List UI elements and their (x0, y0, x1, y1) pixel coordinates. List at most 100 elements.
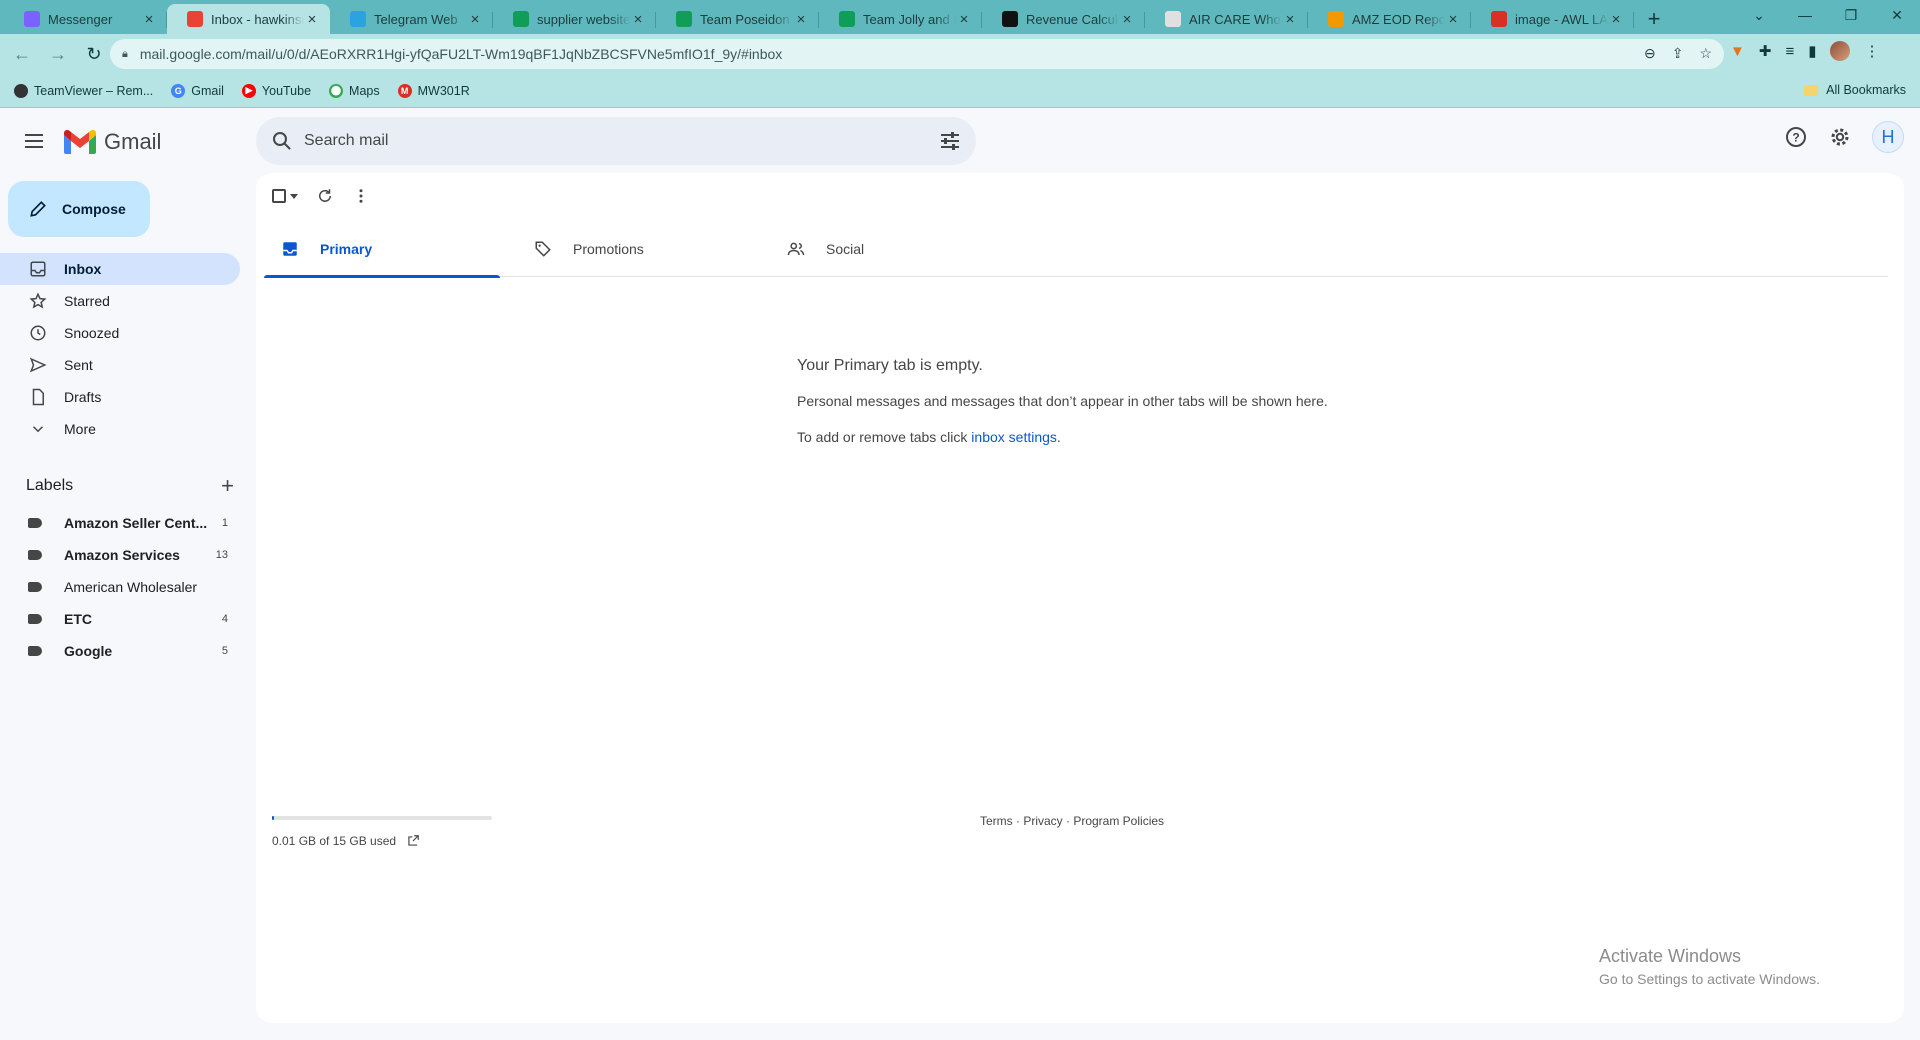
bookmark-favicon-icon: ▶ (241, 83, 256, 98)
more-options-icon[interactable] (352, 187, 370, 205)
nav-item-drafts[interactable]: Drafts (0, 381, 240, 413)
close-tab-icon[interactable]: × (1119, 11, 1135, 28)
nav-item-sent[interactable]: Sent (0, 349, 240, 381)
close-window-button[interactable]: ✕ (1874, 0, 1920, 30)
open-in-new-icon[interactable] (406, 834, 420, 848)
reload-button[interactable]: ↻ (80, 40, 108, 68)
close-tab-icon[interactable]: × (467, 11, 483, 28)
main-menu-icon[interactable] (22, 129, 46, 153)
extensions-puzzle-icon[interactable]: ✚ (1759, 42, 1772, 60)
search-input[interactable] (304, 132, 904, 150)
label-item[interactable]: Amazon Services 13 (0, 539, 240, 571)
label-item[interactable]: American Wholesaler (0, 571, 240, 603)
browser-tab[interactable]: Team Jolly and M × (819, 4, 982, 34)
account-avatar[interactable]: H (1872, 121, 1904, 153)
share-icon[interactable]: ⇪ (1672, 45, 1684, 62)
chrome-menu-icon[interactable]: ⋮ (1864, 42, 1879, 60)
create-label-icon[interactable]: + (221, 473, 234, 499)
browser-tab[interactable]: AMZ EOD Report × (1308, 4, 1471, 34)
tab-promotions[interactable]: Promotions (517, 221, 753, 277)
compose-button[interactable]: Compose (8, 181, 150, 237)
vivaldi-icon (1491, 11, 1507, 27)
search-icon[interactable] (270, 129, 294, 153)
nav-item-starred[interactable]: Starred (0, 285, 240, 317)
help-icon[interactable]: ? (1784, 125, 1808, 149)
svg-text:?: ? (1792, 131, 1799, 145)
metamask-icon[interactable]: ▼ (1730, 43, 1745, 60)
select-dropdown-icon[interactable] (290, 193, 298, 199)
address-bar[interactable]: 🔒︎ mail.google.com/mail/u/0/d/AEoRXRR1Hg… (110, 39, 1724, 69)
bookmark-favicon-icon (14, 83, 28, 98)
browser-tab[interactable]: Messenger × (4, 4, 167, 34)
minimize-button[interactable]: — (1782, 0, 1828, 30)
browser-tab[interactable]: Team Poseidon PF× (656, 4, 819, 34)
bookmark-favicon-icon: G (171, 83, 186, 98)
select-checkbox[interactable] (272, 189, 298, 203)
header-actions: ? H (1784, 121, 1904, 153)
nav-item-snoozed[interactable]: Snoozed (0, 317, 240, 349)
forward-button[interactable]: → (44, 40, 72, 68)
nav-item-inbox[interactable]: Inbox (0, 253, 240, 285)
close-tab-icon[interactable]: × (1282, 11, 1298, 28)
tab-social[interactable]: Social (770, 221, 1006, 277)
sheets-icon (839, 11, 855, 27)
install-icon[interactable]: ⊖ (1644, 45, 1656, 62)
new-tab-button[interactable]: + (1640, 4, 1668, 34)
nav-item-label: Sent (64, 357, 93, 373)
label-item[interactable]: Amazon Seller Cent... 1 (0, 507, 240, 539)
mail-panel: Primary Promotions Social Your Primary tab… (256, 173, 1904, 1023)
browser-tab[interactable]: AIR CARE Wholes× (1145, 4, 1308, 34)
refresh-icon[interactable] (316, 187, 334, 205)
storage-text: 0.01 GB of 15 GB used (272, 834, 397, 848)
browser-tab[interactable]: supplier website × (493, 4, 656, 34)
url-text: mail.google.com/mail/u/0/d/AEoRXRR1Hgi-y… (139, 46, 783, 62)
bookmark-item[interactable]: G Gmail (171, 83, 224, 98)
search-options-icon[interactable] (938, 129, 962, 153)
media-queue-icon[interactable]: ≡ (1785, 43, 1794, 60)
label-unread-count: 4 (221, 613, 228, 625)
settings-gear-icon[interactable] (1828, 125, 1852, 149)
label-item[interactable]: ETC 4 (0, 603, 240, 635)
browser-tab[interactable]: image - AWL LABE× (1471, 4, 1634, 34)
label-item[interactable]: Google 5 (0, 635, 240, 667)
tab-primary[interactable]: Primary (264, 221, 500, 278)
close-tab-icon[interactable]: × (1445, 11, 1461, 28)
search-bar[interactable] (256, 117, 976, 165)
bookmarks-bar: TeamViewer – Rem... G Gmail ▶ YouTube ⬤ Maps M M… (0, 74, 1920, 108)
folder-icon (1804, 84, 1819, 96)
browser-tab[interactable]: Inbox - hawkinsne× (167, 4, 330, 34)
back-button[interactable]: ← (8, 40, 36, 68)
label-name: Amazon Seller Cent... (64, 515, 208, 531)
close-tab-icon[interactable]: × (956, 11, 972, 28)
bookmark-star-icon[interactable]: ☆ (1699, 45, 1712, 62)
bookmark-item[interactable]: ▶ YouTube (241, 83, 311, 98)
all-bookmarks[interactable]: All Bookmarks (1804, 83, 1906, 97)
site-info-icon[interactable]: 🔒︎ (122, 48, 128, 61)
bookmark-item[interactable]: ⬤ Maps (329, 83, 380, 98)
label-unread-count: 13 (215, 549, 228, 561)
tab-label: Promotions (573, 241, 644, 257)
restore-button[interactable]: ❐ (1828, 0, 1874, 30)
tab-search-icon[interactable]: ⌄ (1736, 0, 1782, 30)
inbox-settings-link[interactable]: inbox settings (971, 429, 1057, 445)
close-tab-icon[interactable]: × (141, 11, 157, 28)
footer-links[interactable]: Terms · Privacy · Program Policies (980, 814, 1164, 828)
pencil-icon (30, 201, 46, 217)
label-name: Google (64, 643, 113, 659)
browser-tab[interactable]: Telegram Web × (330, 4, 493, 34)
bookmark-item[interactable]: M MW301R (397, 83, 470, 98)
bookmark-item[interactable]: TeamViewer – Rem... (14, 83, 154, 98)
bookmark-label: TeamViewer – Rem... (34, 83, 154, 98)
close-tab-icon[interactable]: × (1608, 11, 1624, 28)
gmail-logo[interactable]: Gmail (64, 129, 161, 155)
close-tab-icon[interactable]: × (304, 11, 320, 28)
activate-windows-watermark: Activate Windows Go to Settings to activ… (1599, 946, 1820, 987)
side-panel-icon[interactable]: ▮ (1808, 42, 1816, 60)
labels-list: Amazon Seller Cent... 1 Amazon Services 13 A… (0, 507, 240, 667)
profile-avatar[interactable] (1830, 41, 1851, 61)
nav-item-more[interactable]: More (0, 413, 240, 445)
close-tab-icon[interactable]: × (793, 11, 809, 28)
people-icon (786, 239, 806, 259)
close-tab-icon[interactable]: × (630, 11, 646, 28)
browser-tab[interactable]: Revenue Calculato× (982, 4, 1145, 34)
